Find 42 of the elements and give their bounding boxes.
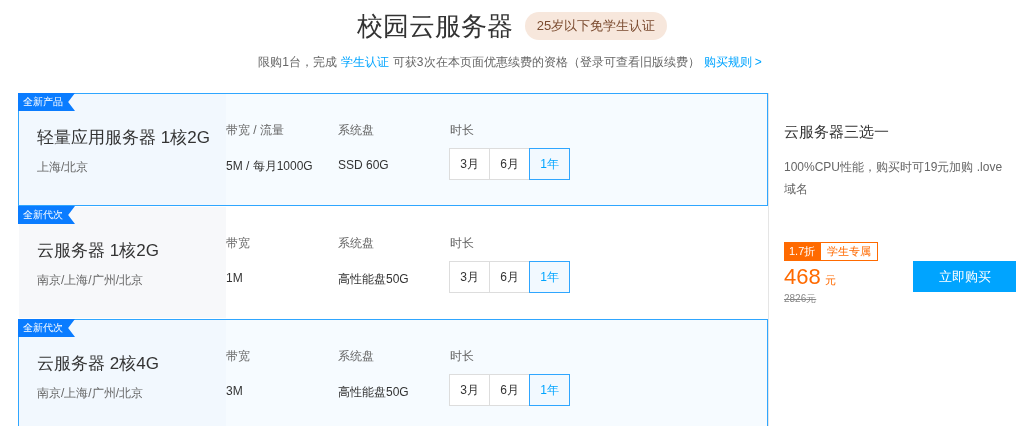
student-badge: 25岁以下免学生认证 xyxy=(524,12,668,40)
product-card[interactable]: 全新产品 轻量应用服务器 1核2G 上海/北京 带宽 / 流量 5M / 每月1000G 系统盘 SSD 60G 时长 3月 6月 1年 xyxy=(18,93,768,206)
currency: 元 xyxy=(824,273,836,286)
notice-text: 限购1台，完成 学生认证 可获3次在本页面优惠续费的资格（登录可查看旧版续费） xyxy=(258,55,700,69)
student-exclusive-badge: 学生专属 xyxy=(820,242,879,261)
duration-label: 时长 xyxy=(450,348,475,364)
spec-value: 1M xyxy=(226,271,244,285)
product-regions: 上海/北京 xyxy=(37,159,90,176)
spec-value: 3M xyxy=(226,384,244,398)
duration-option[interactable]: 6月 xyxy=(489,374,530,406)
product-regions: 南京/上海/广州/北京 xyxy=(37,272,144,289)
product-name: 云服务器 2核4G xyxy=(37,353,160,375)
spec-label: 带宽 xyxy=(226,235,251,251)
product-name: 轻量应用服务器 1核2G xyxy=(37,127,211,149)
discount-badge: 1.7折 xyxy=(784,242,821,261)
spec-label: 系统盘 xyxy=(338,348,375,364)
duration-option[interactable]: 3月 xyxy=(449,374,490,406)
summary-title: 云服务器三选一 xyxy=(784,123,890,142)
original-price: 2826元 xyxy=(784,292,818,306)
page-title: 校园云服务器 xyxy=(356,9,513,43)
product-regions: 南京/上海/广州/北京 xyxy=(37,385,144,402)
summary-description: 100%CPU性能，购买时可19元加购 .love 域名 xyxy=(784,159,1004,198)
spec-value: 高性能盘50G xyxy=(338,271,410,288)
product-card[interactable]: 全新代次 云服务器 2核4G 南京/上海/广州/北京 带宽 3M 系统盘 高性能盘50G 时长 3月 6月 1年 xyxy=(18,319,768,426)
duration-option[interactable]: 3月 xyxy=(449,148,490,180)
spec-label: 带宽 / 流量 xyxy=(226,122,285,138)
spec-label: 系统盘 xyxy=(338,235,375,251)
price: 468 xyxy=(784,263,821,289)
duration-option[interactable]: 6月 xyxy=(489,261,530,293)
spec-value: SSD 60G xyxy=(338,158,390,172)
product-tag: 全新代次 xyxy=(18,206,75,224)
duration-label: 时长 xyxy=(450,235,475,251)
duration-option[interactable]: 6月 xyxy=(489,148,530,180)
spec-value: 高性能盘50G xyxy=(338,384,410,401)
duration-option[interactable]: 3月 xyxy=(449,261,490,293)
spec-label: 系统盘 xyxy=(338,122,375,138)
duration-label: 时长 xyxy=(450,122,475,138)
product-name: 云服务器 1核2G xyxy=(37,240,160,262)
spec-label: 带宽 xyxy=(226,348,251,364)
spec-value: 5M / 每月1000G xyxy=(226,158,314,175)
product-tag: 全新代次 xyxy=(18,319,75,337)
product-tag: 全新产品 xyxy=(18,93,75,111)
